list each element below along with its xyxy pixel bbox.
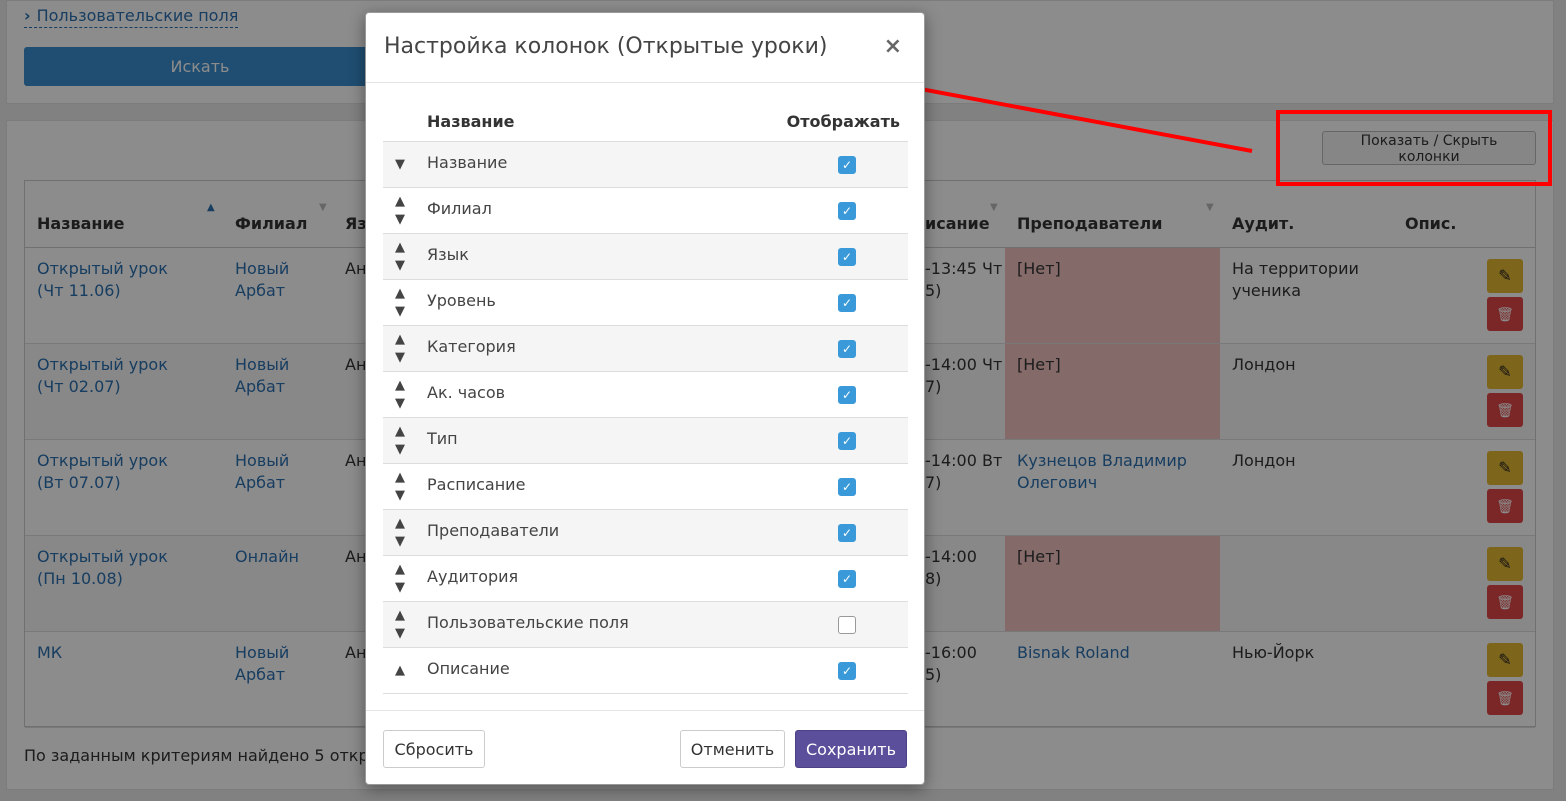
reorder-controls: ▲ ▼ (393, 515, 407, 551)
move-down-icon[interactable]: ▼ (393, 303, 407, 321)
column-label: Расписание (427, 475, 526, 494)
move-up-icon[interactable]: ▲ (393, 515, 407, 533)
show-column-checkbox[interactable]: ✓ (838, 432, 856, 450)
column-setting-row: ▲ ▼ Аудитория ✓ (383, 556, 908, 602)
move-up-icon[interactable]: ▲ (393, 331, 407, 349)
show-column-checkbox[interactable]: ✓ (838, 662, 856, 680)
move-down-icon[interactable]: ▼ (393, 579, 407, 597)
move-up-icon[interactable]: ▲ (393, 193, 407, 211)
reorder-controls: ▲ ▼ (393, 423, 407, 459)
reorder-controls: ▲ ▼ (393, 239, 407, 275)
move-down-icon[interactable]: ▼ (393, 349, 407, 367)
column-setting-row: ▲ ▼ Тип ✓ (383, 418, 908, 464)
column-label: Пользовательские поля (427, 613, 629, 632)
reorder-controls: ▲ ▼ (393, 331, 407, 367)
reorder-controls: ▲ ▼ (393, 193, 407, 229)
show-column-checkbox[interactable]: ✓ (838, 156, 856, 174)
columns-table-header: Название Отображать (383, 109, 908, 142)
show-column-checkbox[interactable]: ✓ (838, 386, 856, 404)
reset-button[interactable]: Сбросить (383, 730, 485, 768)
move-down-icon[interactable]: ▼ (393, 147, 407, 174)
column-label: Тип (427, 429, 458, 448)
reorder-controls: ▼ (393, 147, 407, 174)
show-column-checkbox[interactable]: ✓ (838, 248, 856, 266)
move-down-icon[interactable]: ▼ (393, 533, 407, 551)
move-up-icon[interactable]: ▲ (393, 377, 407, 395)
column-setting-row: ▲ ▼ Ак. часов ✓ (383, 372, 908, 418)
column-label: Филиал (427, 199, 492, 218)
modal-footer: Сбросить Отменить Сохранить (366, 710, 924, 786)
column-setting-row: ▲ Описание ✓ (383, 648, 908, 694)
move-down-icon[interactable]: ▼ (393, 395, 407, 413)
cancel-button[interactable]: Отменить (680, 730, 785, 768)
move-up-icon[interactable]: ▲ (393, 423, 407, 441)
move-down-icon[interactable]: ▼ (393, 211, 407, 229)
move-up-icon[interactable]: ▲ (393, 653, 407, 680)
column-label: Уровень (427, 291, 496, 310)
show-column-checkbox[interactable]: ✓ (838, 294, 856, 312)
move-up-icon[interactable]: ▲ (393, 285, 407, 303)
modal-header: Настройка колонок (Открытые уроки) × (366, 13, 924, 83)
column-show-header: Отображать (786, 112, 900, 131)
show-column-checkbox[interactable]: ✓ (838, 478, 856, 496)
close-icon[interactable]: × (878, 33, 908, 60)
show-column-checkbox[interactable]: ✓ (838, 570, 856, 588)
show-column-checkbox[interactable]: ✓ (838, 202, 856, 220)
move-up-icon[interactable]: ▲ (393, 239, 407, 257)
column-label: Аудитория (427, 567, 519, 586)
reorder-controls: ▲ ▼ (393, 469, 407, 505)
reorder-controls: ▲ ▼ (393, 561, 407, 597)
reorder-controls: ▲ ▼ (393, 285, 407, 321)
column-setting-row: ▲ ▼ Уровень ✓ (383, 280, 908, 326)
show-column-checkbox[interactable]: ✓ (838, 616, 856, 634)
column-label: Категория (427, 337, 516, 356)
column-setting-row: ▲ ▼ Язык ✓ (383, 234, 908, 280)
column-setting-row: ▲ ▼ Категория ✓ (383, 326, 908, 372)
column-label: Название (427, 153, 508, 172)
column-setting-row: ▲▼ Пользовательские поля ✓ (383, 602, 908, 648)
column-settings-modal: Настройка колонок (Открытые уроки) × Наз… (365, 12, 925, 785)
move-up-icon[interactable]: ▲ (393, 561, 407, 579)
column-setting-row: ▲ ▼ Преподаватели ✓ (383, 510, 908, 556)
reorder-controls: ▲ (393, 653, 407, 680)
column-label: Ак. часов (427, 383, 506, 402)
reorder-controls: ▲ ▼ (393, 607, 407, 643)
show-column-checkbox[interactable]: ✓ (838, 340, 856, 358)
column-name-header: Название (427, 112, 515, 131)
move-down-icon[interactable]: ▼ (393, 441, 407, 459)
column-label: Язык (427, 245, 469, 264)
column-label: Преподаватели (427, 521, 560, 540)
annotation-highlight-box (1276, 110, 1552, 186)
move-down-icon[interactable]: ▼ (393, 625, 407, 643)
column-setting-row: ▼ Название ✓ (383, 142, 908, 188)
save-button[interactable]: Сохранить (795, 730, 907, 768)
move-up-icon[interactable]: ▲ (393, 607, 407, 625)
move-down-icon[interactable]: ▼ (393, 257, 407, 275)
columns-table: Название Отображать ▼ Название ✓ ▲ ▼ Филиал ✓ ▲… (383, 109, 908, 694)
column-setting-row: ▲ ▼ Расписание ✓ (383, 464, 908, 510)
column-label: Описание (427, 659, 510, 678)
move-down-icon[interactable]: ▼ (393, 487, 407, 505)
modal-title: Настройка колонок (Открытые уроки) (384, 34, 828, 59)
column-setting-row: ▲ ▼ Филиал ✓ (383, 188, 908, 234)
show-column-checkbox[interactable]: ✓ (838, 524, 856, 542)
move-up-icon[interactable]: ▲ (393, 469, 407, 487)
reorder-controls: ▲ ▼ (393, 377, 407, 413)
